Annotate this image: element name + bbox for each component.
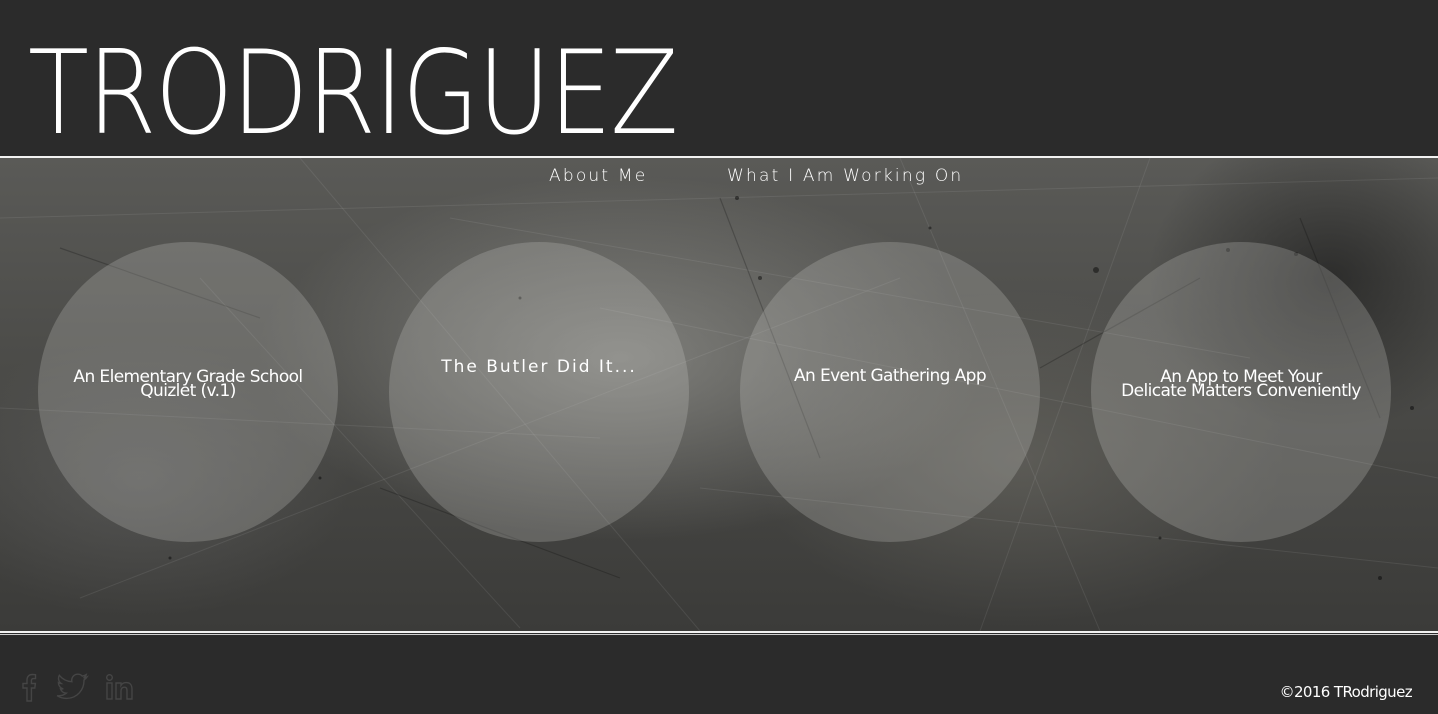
linkedin-link[interactable] [104,671,136,703]
footer-divider [0,631,1438,633]
project-circle-quizlet[interactable]: An Elementary Grade School Quizlet (v.1) [38,242,338,542]
nav-what-i-am-working-on[interactable]: What I Am Working On [727,166,963,186]
project-title: An Elementary Grade School Quizlet (v.1) [68,367,308,402]
site-footer: ©2016 TRodriguez [0,635,1438,714]
project-title: An App to Meet Your Delicate Matters Con… [1106,367,1376,402]
site-header: TRODRIGUEZ [0,0,1438,156]
facebook-icon [22,673,37,702]
site-title[interactable]: TRODRIGUEZ [28,34,679,154]
facebook-link[interactable] [14,671,46,703]
page: TRODRIGUEZ About Me What I Am Working On… [0,0,1438,714]
nav-about-me[interactable]: About Me [549,166,647,186]
twitter-icon [56,673,90,700]
copyright-text: ©2016 TRodriguez [1279,683,1413,701]
project-circle-delicate-matters[interactable]: An App to Meet Your Delicate Matters Con… [1091,242,1391,542]
project-circle-event-app[interactable]: An Event Gathering App [740,242,1040,542]
main-nav: About Me What I Am Working On [0,166,1438,190]
project-title: An Event Gathering App [793,366,987,386]
project-title-line: Delicate Matters Conveniently [1121,381,1361,401]
project-title: The Butler Did It... [441,357,637,377]
project-circle-butler[interactable]: The Butler Did It... [389,242,689,542]
twitter-link[interactable] [56,671,90,703]
linkedin-icon [106,674,133,700]
